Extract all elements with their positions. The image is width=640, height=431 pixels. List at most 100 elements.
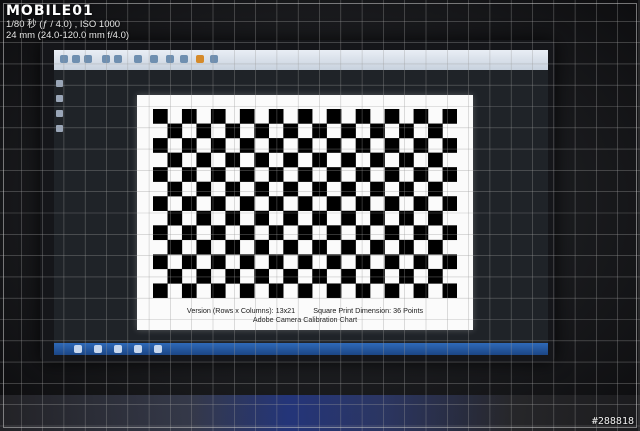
checker-square	[326, 254, 342, 270]
toolbar-icon[interactable]	[84, 55, 92, 63]
checker-square	[384, 254, 400, 270]
checker-square	[210, 254, 226, 270]
checker-square	[268, 225, 284, 241]
checker-square	[355, 196, 371, 211]
checker-square	[312, 152, 327, 168]
checker-square	[312, 181, 327, 197]
checker-square	[341, 239, 356, 255]
checker-square	[283, 239, 298, 255]
checker-square	[268, 109, 284, 124]
checker-square	[442, 167, 457, 182]
chart-title: Adobe Camera Calibration Chart	[252, 315, 358, 324]
checker-square	[268, 167, 284, 182]
checker-square	[254, 268, 270, 284]
checker-square	[283, 123, 298, 139]
site-logo: MOBILE01	[6, 3, 94, 19]
desktop-icon[interactable]	[56, 110, 63, 117]
checker-square	[196, 239, 212, 255]
taskbar-icon[interactable]	[74, 345, 82, 353]
checker-square	[268, 283, 284, 298]
taskbar-icon[interactable]	[134, 345, 142, 353]
app-toolbar	[54, 50, 548, 70]
checker-square	[413, 225, 429, 241]
checker-square	[326, 196, 342, 211]
checker-square	[210, 167, 226, 182]
checker-square	[181, 283, 197, 298]
desktop-icon[interactable]	[56, 95, 63, 102]
checker-square	[370, 181, 385, 197]
checker-square	[196, 268, 212, 284]
checker-square	[399, 181, 414, 197]
checker-square	[167, 268, 183, 284]
checker-square	[254, 152, 270, 168]
checker-square	[413, 138, 429, 153]
checker-square	[239, 167, 255, 182]
photo-id: #288818	[591, 416, 634, 427]
desktop-icon[interactable]	[56, 80, 63, 87]
toolbar-icon[interactable]	[180, 55, 188, 63]
checker-square	[297, 167, 313, 182]
checker-square	[268, 138, 284, 153]
checker-square	[355, 254, 371, 270]
checker-square	[355, 138, 371, 153]
checker-square	[167, 210, 183, 226]
checker-square	[283, 210, 298, 226]
checker-square	[326, 138, 342, 153]
checker-square	[283, 181, 298, 197]
checker-square	[399, 210, 414, 226]
checker-square	[167, 181, 183, 197]
checker-square	[210, 109, 226, 124]
foreground-blur	[0, 395, 640, 431]
taskbar	[54, 343, 548, 355]
checker-square	[167, 123, 183, 139]
checker-square	[210, 138, 226, 153]
checker-square	[370, 152, 385, 168]
taskbar-icon[interactable]	[154, 345, 162, 353]
checker-square	[225, 152, 241, 168]
checker-square	[181, 109, 197, 124]
checker-square	[442, 109, 457, 124]
checker-square	[428, 210, 443, 226]
checker-square	[196, 123, 212, 139]
checker-square	[399, 152, 414, 168]
checker-square	[239, 196, 255, 211]
checker-square	[355, 225, 371, 241]
checker-square	[384, 196, 400, 211]
calibration-chart: Version (Rows x Columns): 13x21 Square P…	[137, 95, 473, 330]
checker-square	[413, 196, 429, 211]
toolbar-icon[interactable]	[210, 55, 218, 63]
taskbar-icon[interactable]	[114, 345, 122, 353]
toolbar-icon[interactable]	[150, 55, 158, 63]
checker-square	[370, 268, 385, 284]
checker-square	[225, 181, 241, 197]
checker-square	[297, 109, 313, 124]
checker-square	[297, 138, 313, 153]
lens-info: 24 mm (24.0-120.0 mm f/4.0)	[6, 30, 130, 41]
taskbar-icon[interactable]	[94, 345, 102, 353]
toolbar-icon[interactable]	[72, 55, 80, 63]
checker-square	[225, 123, 241, 139]
toolbar-icon[interactable]	[134, 55, 142, 63]
checker-square	[442, 138, 457, 153]
checker-square	[413, 254, 429, 270]
checker-square	[239, 138, 255, 153]
chart-version-text: Version (Rows x Columns): 13x21	[186, 306, 296, 315]
checker-square	[370, 123, 385, 139]
checker-square	[326, 167, 342, 182]
checker-square	[326, 283, 342, 298]
checker-square	[312, 239, 327, 255]
checker-square	[413, 167, 429, 182]
toolbar-icon[interactable]	[60, 55, 68, 63]
checker-square	[210, 196, 226, 211]
chart-caption: Version (Rows x Columns): 13x21 Square P…	[137, 306, 473, 324]
toolbar-icon[interactable]	[102, 55, 110, 63]
toolbar-icon[interactable]	[196, 55, 204, 63]
checker-square	[370, 239, 385, 255]
toolbar-icon[interactable]	[166, 55, 174, 63]
toolbar-icon[interactable]	[114, 55, 122, 63]
watermark-header: MOBILE01 1/80 秒 (ƒ / 4.0) , ISO 1000 24 …	[6, 3, 129, 41]
chart-dimension-text: Square Print Dimension: 36 Points	[313, 306, 424, 315]
checker-square	[153, 109, 168, 124]
desktop-icon[interactable]	[56, 125, 63, 132]
checker-square	[384, 138, 400, 153]
